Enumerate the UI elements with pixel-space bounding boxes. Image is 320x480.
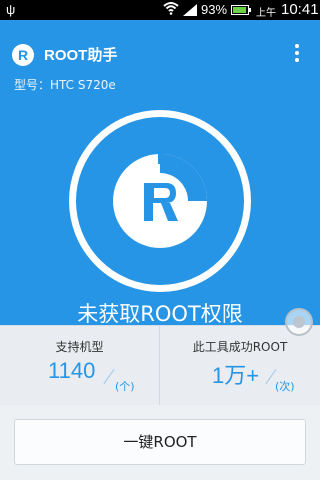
root-status-text: 未获取ROOT权限 <box>77 302 243 326</box>
app-title: ROOT助手 <box>44 47 118 64</box>
success-count-label: 此工具成功ROOT <box>192 340 288 354</box>
device-model-label: 型号：HTC S720e <box>14 78 116 92</box>
clock-time: 10:41 <box>281 1 319 18</box>
app-logo-icon: R <box>12 44 34 66</box>
divider-slash <box>103 368 115 385</box>
ampm-label: 上午 <box>256 8 276 19</box>
status-bar: ψ 93% 上午 10:41 <box>0 0 320 20</box>
usb-icon: ψ <box>6 2 16 17</box>
root-r-emblem-icon <box>113 154 207 248</box>
root-status-circle[interactable] <box>69 110 251 292</box>
supported-models-label: 支持机型 <box>55 340 104 354</box>
more-vert-icon[interactable] <box>292 44 302 66</box>
one-click-root-button[interactable]: 一键ROOT <box>14 419 306 465</box>
hero-panel: R ROOT助手 型号：HTC S720e 未获取ROOT权限 <box>0 20 320 326</box>
battery-level-fill <box>233 7 247 13</box>
success-count-value: 1万+ <box>212 363 260 388</box>
battery-icon <box>231 5 251 15</box>
signal-icon <box>182 3 198 20</box>
wifi-icon <box>163 1 179 18</box>
success-count-unit: (次) <box>275 380 295 393</box>
supported-models-value: 1140 <box>48 358 96 383</box>
supported-models-stat: 支持机型 1140 (个) <box>0 326 160 406</box>
floating-assist-button[interactable] <box>285 308 313 336</box>
supported-models-unit: (个) <box>115 380 135 393</box>
success-count-stat: 此工具成功ROOT 1万+ (次) <box>160 326 320 406</box>
battery-percent: 93% <box>201 2 228 17</box>
stats-panel: 支持机型 1140 (个) 此工具成功ROOT 1万+ (次) <box>0 325 320 406</box>
